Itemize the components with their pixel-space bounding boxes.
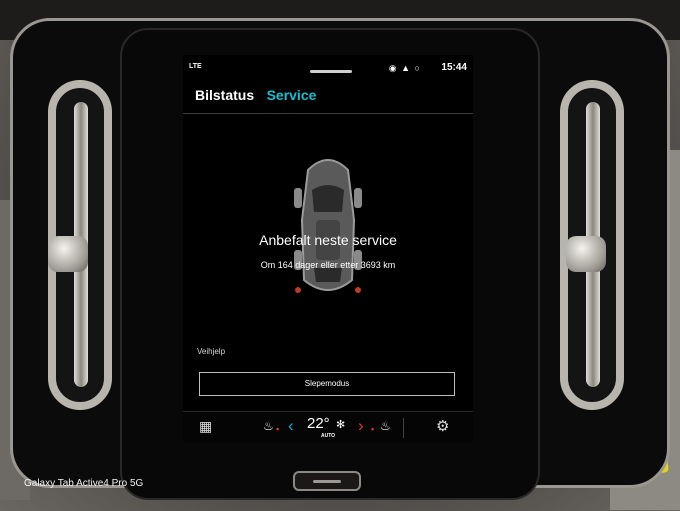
fan-icon[interactable]: ✻ <box>336 418 345 431</box>
driver-heat-level-icon: ▪ <box>276 424 280 434</box>
apps-grid-icon[interactable]: ▦ <box>199 418 212 435</box>
service-title: Anbefalt neste service <box>259 232 397 248</box>
right-vent-knob[interactable] <box>566 236 606 272</box>
passenger-heat-level-icon: ▪ <box>371 424 375 434</box>
status-icons: ◉ ▲ ○ <box>388 63 421 73</box>
infotainment-screen: LTE ◉ ▲ ○ 15:44 Bilstatus Service Anbefa… <box>183 55 473 443</box>
signal-indicator: LTE <box>189 63 202 70</box>
climate-bar: ▦ ♨ ▪ ‹ 22° ✻ AUTO › ▪ ♨ ⚙ <box>183 411 473 443</box>
temp-decrease-arrow[interactable]: ‹ <box>288 416 294 436</box>
status-bar: LTE ◉ ▲ ○ 15:44 <box>183 55 473 79</box>
climate-auto-label: AUTO <box>321 433 336 439</box>
climate-separator <box>403 418 404 438</box>
service-subtitle: Om 164 dager eller etter 3693 km <box>260 260 396 270</box>
temp-increase-arrow[interactable]: › <box>358 416 364 436</box>
tow-mode-button[interactable]: Slepemodus <box>199 372 455 396</box>
driver-seat-heat-icon[interactable]: ♨ <box>263 419 274 433</box>
tab-service[interactable]: Service <box>267 87 317 103</box>
tab-bar: Bilstatus Service <box>195 87 324 107</box>
drag-handle[interactable] <box>310 70 352 73</box>
home-button[interactable] <box>293 471 361 491</box>
roadside-section-label: Veihjelp <box>197 347 226 356</box>
car-top-view-icon <box>294 159 362 293</box>
clock: 15:44 <box>441 62 467 73</box>
temperature-value[interactable]: 22° <box>307 415 330 432</box>
tab-divider <box>183 113 473 114</box>
device-watermark: Galaxy Tab Active4 Pro 5G <box>24 478 144 489</box>
gear-icon[interactable]: ⚙ <box>436 417 449 435</box>
left-vent-knob[interactable] <box>48 236 88 272</box>
tab-bilstatus[interactable]: Bilstatus <box>195 87 254 103</box>
passenger-seat-heat-icon[interactable]: ♨ <box>380 419 391 433</box>
